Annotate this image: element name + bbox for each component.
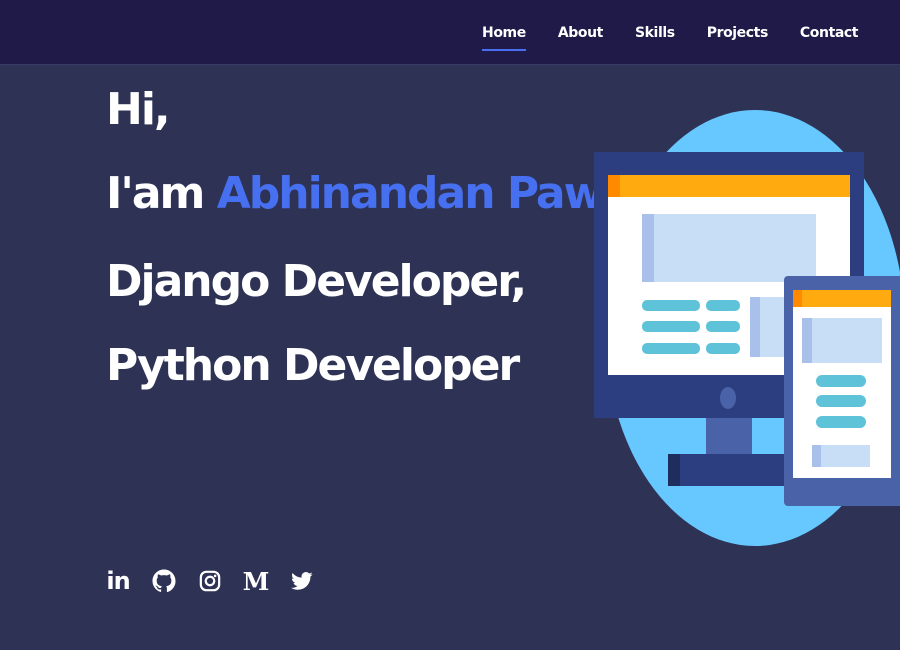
social-links: in M (106, 566, 336, 596)
hero-name: Abhinandan Pawar (216, 168, 652, 219)
nav-about-link[interactable]: About (558, 25, 604, 41)
nav-projects-link[interactable]: Projects (707, 25, 769, 41)
nav-menu: Home About Skills Projects Contact (482, 0, 890, 65)
hero-role-django: Django Developer, (106, 256, 527, 307)
hero-intro-prefix: I'am (106, 168, 205, 219)
medium-icon-label: M (242, 566, 270, 596)
nav-contact-link[interactable]: Contact (800, 25, 859, 41)
nav-home-link[interactable]: Home (482, 25, 526, 51)
mobile-device-icon (784, 276, 900, 506)
page: Home About Skills Projects Contact Hi, I… (0, 0, 900, 650)
nav-skills-link[interactable]: Skills (635, 25, 675, 41)
instagram-icon[interactable] (198, 566, 222, 596)
linkedin-icon[interactable]: in (106, 566, 130, 596)
hero-intro: Hi, I'am Abhinandan Pawar Django Develop… (106, 84, 652, 391)
hero-illustration (594, 110, 900, 546)
twitter-icon[interactable] (290, 566, 314, 596)
github-icon[interactable] (152, 566, 176, 596)
linkedin-icon-label: in (106, 567, 130, 595)
hero-greeting: Hi, (106, 84, 171, 135)
hero-role-python: Python Developer (106, 340, 520, 391)
navbar: Home About Skills Projects Contact (0, 0, 900, 65)
hero-name-line: I'am Abhinandan Pawar (106, 172, 652, 216)
medium-icon[interactable]: M (242, 566, 270, 596)
